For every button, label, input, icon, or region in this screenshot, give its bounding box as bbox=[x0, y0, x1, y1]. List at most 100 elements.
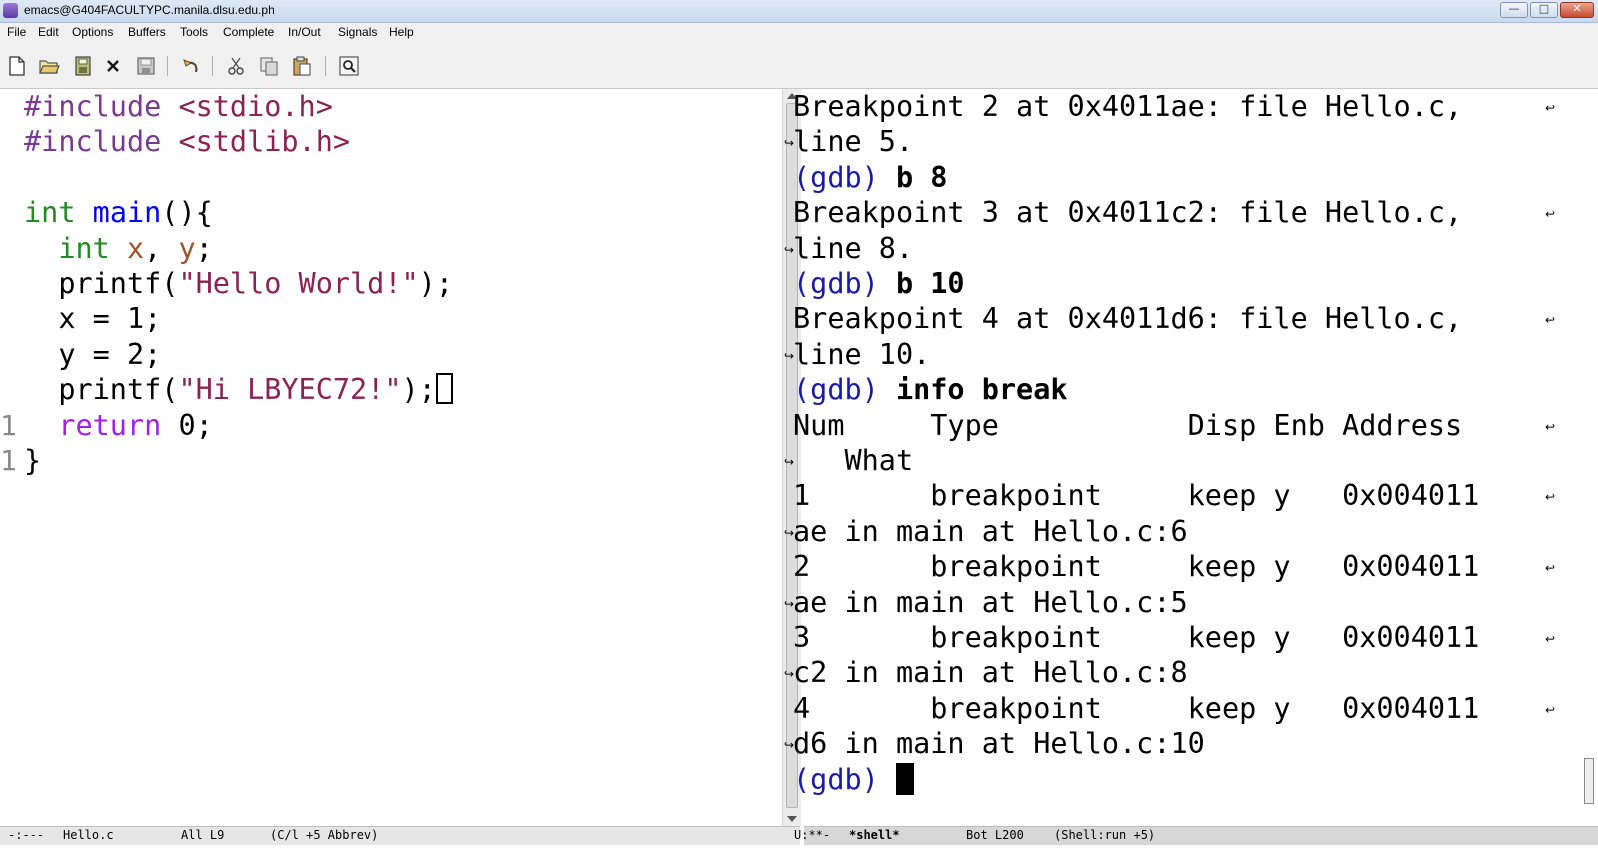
copy-icon[interactable] bbox=[258, 55, 280, 77]
code-token: y = 2; bbox=[24, 337, 162, 371]
code-line: int main(){ bbox=[24, 195, 213, 231]
save-buffer-icon[interactable] bbox=[72, 55, 94, 77]
code-token: x bbox=[126, 231, 145, 265]
shell-line: ae in main at Hello.c:5 bbox=[793, 585, 1188, 621]
echo-area bbox=[0, 845, 1598, 855]
shell-text: Breakpoint 4 at 0x4011d6: file Hello.c, bbox=[793, 302, 1463, 336]
line-continuation-icon: ↪ bbox=[784, 136, 795, 151]
menu-tools[interactable]: Tools bbox=[180, 24, 208, 40]
code-token: "Hello World!" bbox=[178, 267, 419, 300]
shell-line: (gdb) b 10 bbox=[793, 266, 965, 302]
shell-line: c2 in main at Hello.c:8 bbox=[793, 655, 1188, 691]
shell-line: 1 breakpoint keep y 0x004011 bbox=[793, 478, 1479, 514]
paste-icon[interactable] bbox=[291, 55, 313, 77]
code-token: , bbox=[144, 231, 179, 265]
minimize-button[interactable]: — bbox=[1500, 2, 1528, 18]
menu-inout[interactable]: In/Out bbox=[288, 24, 321, 40]
scroll-down-arrow-icon[interactable] bbox=[787, 816, 797, 822]
code-line: #include <stdio.h> bbox=[24, 89, 333, 125]
menu-buffers[interactable]: Buffers bbox=[128, 24, 166, 40]
close-icon: ✕ bbox=[1572, 2, 1582, 15]
minimize-icon: — bbox=[1508, 2, 1520, 15]
shell-scroll-indicator[interactable] bbox=[1584, 758, 1594, 804]
shell-text: line 8. bbox=[793, 231, 914, 265]
line-wrap-icon: ↩ bbox=[1545, 419, 1556, 434]
maximize-button[interactable]: □ bbox=[1530, 2, 1558, 18]
code-token: } bbox=[24, 444, 42, 477]
shell-text: 1 breakpoint keep y 0x004011 bbox=[793, 479, 1480, 513]
line-continuation-icon: ↪ bbox=[784, 348, 795, 363]
new-file-icon[interactable] bbox=[6, 55, 28, 77]
text-cursor bbox=[435, 373, 453, 405]
menu-help[interactable]: Help bbox=[389, 24, 414, 40]
shell-text: 3 breakpoint keep y 0x004011 bbox=[793, 621, 1480, 654]
close-button[interactable]: ✕ bbox=[1560, 2, 1594, 18]
gdb-prompt: (gdb) bbox=[793, 267, 896, 300]
code-line: #include <stdlib.h> bbox=[24, 124, 350, 160]
line-wrap-icon: ↩ bbox=[1545, 632, 1556, 646]
close-buffer-icon[interactable] bbox=[102, 55, 124, 77]
shell-line: Breakpoint 3 at 0x4011c2: file Hello.c, bbox=[793, 195, 1462, 231]
modeline-buffer-name[interactable]: *shell* bbox=[849, 828, 900, 842]
shell-line: What bbox=[793, 443, 913, 479]
shell-line: (gdb) bbox=[793, 762, 914, 798]
modeline-status: -:--- bbox=[8, 828, 45, 842]
editor-window[interactable]: #include <stdio.h> #include <stdlib.h> int… bbox=[0, 89, 782, 826]
text-cursor bbox=[895, 762, 914, 795]
code-token: (){ bbox=[161, 196, 213, 230]
menu-edit[interactable]: Edit bbox=[38, 24, 59, 40]
code-token: y bbox=[178, 231, 196, 265]
shell-text: line 5. bbox=[793, 125, 914, 159]
code-line: printf("Hi LBYEC72!"); bbox=[24, 372, 453, 408]
menu-signals[interactable]: Signals bbox=[338, 24, 377, 40]
shell-text: b 10 bbox=[895, 267, 965, 300]
shell-text: ae in main at Hello.c:6 bbox=[793, 514, 1188, 548]
modeline-position: Bot L200 bbox=[966, 828, 1024, 842]
modeline-status: U:**- bbox=[794, 828, 831, 842]
shell-line: line 10. bbox=[793, 337, 930, 373]
search-icon[interactable] bbox=[338, 55, 360, 77]
shell-line: 3 breakpoint keep y 0x004011 bbox=[793, 620, 1479, 656]
code-token: main bbox=[92, 196, 162, 230]
shell-window[interactable]: Breakpoint 2 at 0x4011ae: file Hello.c, ↩… bbox=[784, 89, 1598, 826]
shell-text: info break bbox=[895, 373, 1068, 407]
shell-text: Breakpoint 3 at 0x4011c2: file Hello.c, bbox=[793, 196, 1463, 230]
line-wrap-icon: ↩ bbox=[1545, 490, 1556, 505]
line-continuation-icon: ↪ bbox=[784, 242, 795, 257]
gdb-prompt: (gdb) bbox=[793, 373, 896, 407]
modeline-buffer-name[interactable]: Hello.c bbox=[63, 828, 114, 842]
code-token: ; bbox=[195, 231, 213, 265]
line-wrap-icon: ↩ bbox=[1545, 101, 1556, 115]
shell-text: What bbox=[793, 444, 914, 477]
menu-complete[interactable]: Complete bbox=[223, 24, 274, 40]
toolbar-separator bbox=[167, 56, 168, 76]
menu-options[interactable]: Options bbox=[72, 24, 113, 40]
shell-text: c2 in main at Hello.c:8 bbox=[793, 656, 1188, 690]
modeline-mode[interactable]: (C/l +5 Abbrev) bbox=[270, 828, 378, 842]
shell-text: Breakpoint 2 at 0x4011ae: file Hello.c, bbox=[793, 90, 1463, 123]
line-continuation-icon: ↪ bbox=[784, 596, 795, 611]
line-continuation-icon: ↪ bbox=[784, 667, 795, 682]
undo-icon[interactable] bbox=[180, 55, 202, 77]
modeline-mode[interactable]: (Shell:run +5) bbox=[1054, 828, 1155, 842]
code-token: #include bbox=[24, 125, 179, 159]
code-line: printf("Hello World!"); bbox=[24, 266, 453, 302]
toolbar-separator bbox=[212, 56, 213, 76]
line-wrap-icon: ↩ bbox=[1545, 207, 1556, 222]
cut-icon[interactable] bbox=[225, 55, 247, 77]
gutter-number: 1 bbox=[0, 444, 17, 477]
open-folder-icon[interactable] bbox=[38, 55, 60, 77]
modeline-position: All L9 bbox=[181, 828, 225, 842]
code-token: printf( bbox=[24, 373, 179, 407]
save-icon[interactable] bbox=[135, 55, 157, 77]
code-token: <stdio.h> bbox=[178, 90, 333, 123]
menu-file[interactable]: File bbox=[7, 24, 26, 40]
shell-text: ae in main at Hello.c:5 bbox=[793, 585, 1188, 619]
shell-line: Num Type Disp Enb Address bbox=[793, 408, 1462, 444]
code-token: return bbox=[58, 408, 162, 442]
shell-line: line 8. bbox=[793, 231, 913, 267]
code-line: y = 2; bbox=[24, 337, 161, 373]
tool-bar bbox=[0, 42, 1598, 89]
